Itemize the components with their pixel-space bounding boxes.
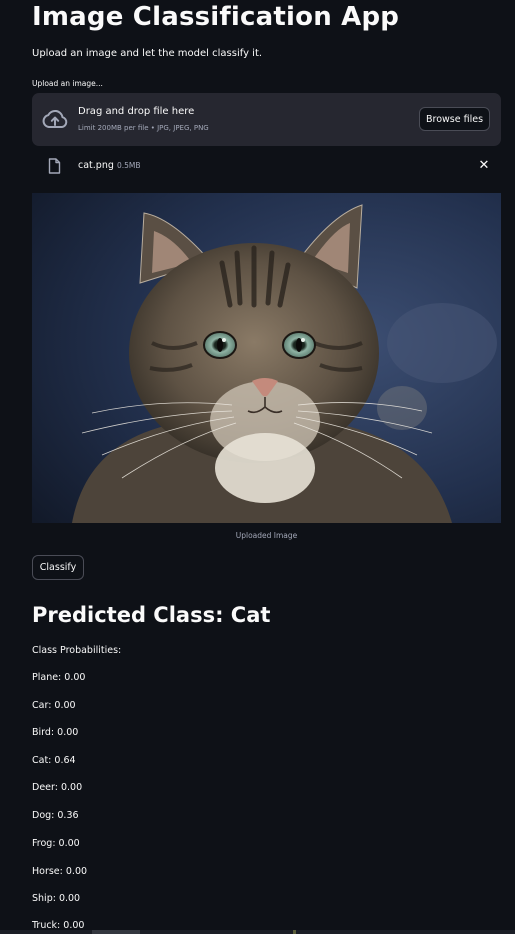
- scroll-marker: [293, 930, 296, 934]
- scrollbar-thumb[interactable]: [92, 930, 140, 934]
- probability-item: Ship: 0.00: [32, 893, 81, 904]
- browse-files-button[interactable]: Browse files: [419, 107, 490, 131]
- probability-item: Horse: 0.00: [32, 866, 88, 877]
- uploaded-image: [32, 193, 501, 523]
- probability-item: Car: 0.00: [32, 700, 76, 711]
- uploaded-file-name: cat.png: [78, 160, 114, 171]
- probability-item: Bird: 0.00: [32, 727, 79, 738]
- probability-item: Dog: 0.36: [32, 810, 79, 821]
- uploaded-file-row: cat.png 0.5MB ✕: [32, 155, 501, 177]
- probability-item: Cat: 0.64: [32, 755, 76, 766]
- image-caption: Uploaded Image: [235, 531, 298, 540]
- remove-file-close-icon[interactable]: ✕: [475, 157, 493, 175]
- app-title: Image Classification App: [32, 2, 400, 32]
- file-dropzone[interactable]: Drag and drop file here Limit 200MB per …: [32, 93, 501, 146]
- uploader-label: Upload an image...: [32, 79, 103, 88]
- bottom-scroll-strip: [0, 930, 515, 934]
- probability-item: Deer: 0.00: [32, 782, 83, 793]
- dropzone-title: Drag and drop file here: [78, 106, 195, 117]
- app-page: Image Classification App Upload an image…: [0, 0, 515, 934]
- uploaded-file-size: 0.5MB: [117, 161, 141, 170]
- cloud-upload-icon: [42, 109, 68, 128]
- predicted-class-heading: Predicted Class: Cat: [32, 603, 271, 627]
- file-icon: [48, 158, 61, 174]
- probability-item: Frog: 0.00: [32, 838, 80, 849]
- probability-item: Plane: 0.00: [32, 672, 86, 683]
- app-subtitle: Upload an image and let the model classi…: [32, 48, 263, 59]
- class-probabilities-heading: Class Probabilities:: [32, 645, 122, 656]
- classify-button[interactable]: Classify: [32, 555, 84, 580]
- dropzone-hint: Limit 200MB per file • JPG, JPEG, PNG: [78, 124, 209, 132]
- cat-photo: [32, 193, 501, 523]
